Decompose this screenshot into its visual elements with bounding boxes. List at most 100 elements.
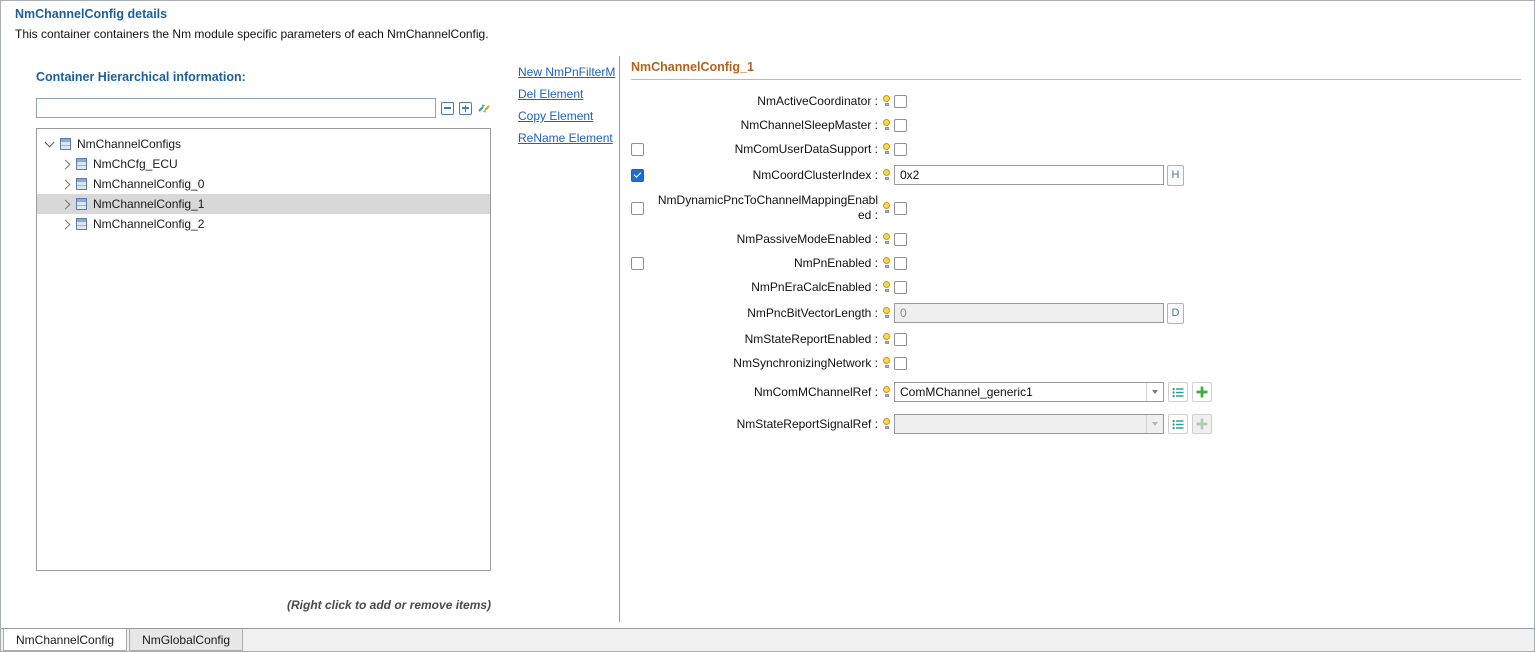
tree-filter-input[interactable] [36,98,436,118]
parameter-bulb-icon [882,233,891,245]
chevron-right-icon[interactable] [60,219,71,229]
nm-synchronizing-network-checkbox[interactable] [894,356,907,370]
nm-pn-enabled-checkbox[interactable] [894,256,907,270]
form-row-nm-channel-sleep-master: NmChannelSleepMaster : [631,114,1521,136]
tree-node-nmchannelconfig-2[interactable]: NmChannelConfig_2 [37,214,490,234]
combo-value: ComMChannel_generic1 [900,385,1033,399]
nm-pn-era-calc-enabled-label: NmPnEraCalcEnabled : [751,279,878,294]
form-row-nm-pn-era-calc-enabled: NmPnEraCalcEnabled : [631,276,1521,298]
form-row-nm-pnc-bit-vector-length: NmPncBitVectorLength : D [631,300,1521,326]
container-icon [60,138,71,150]
parameter-bulb-icon [882,143,891,155]
app-window: NmChannelConfig details This container c… [0,0,1535,652]
add-reference-button[interactable] [1192,382,1212,402]
detail-panel: NmChannelConfig_1 NmActiveCoordinator : … [631,56,1521,438]
parameter-bulb-icon [882,386,891,398]
tree-node-label: NmChannelConfig_2 [93,217,205,231]
form-row-nm-comm-channel-ref: NmComMChannelRef : ComMChannel_generic1 [631,380,1521,404]
nm-state-report-signal-ref-label: NmStateReportSignalRef : [736,416,878,431]
browse-list-button[interactable] [1168,382,1188,402]
left-panel-header: Container Hierarchical information: [36,70,246,84]
container-icon [76,198,87,210]
form-row-nm-state-report-enabled: NmStateReportEnabled : [631,328,1521,350]
collapse-all-icon[interactable] [441,101,454,115]
nm-coord-cluster-index-input[interactable] [894,165,1164,185]
parameter-bulb-icon [882,418,891,430]
tree-node-label: NmChannelConfig_1 [93,197,205,211]
form-row-nm-active-coordinator: NmActiveCoordinator : [631,90,1521,112]
nm-coord-cluster-index-enable-checkbox[interactable] [631,168,644,182]
container-icon [76,218,87,230]
nm-channel-sleep-master-checkbox[interactable] [894,118,907,132]
nm-pn-enabled-enable-checkbox[interactable] [631,256,644,270]
tree-node-label: NmChCfg_ECU [93,157,178,171]
nm-dynamic-pnc-mapping-label: NmDynamicPncToChannelMappingEnabled : [657,193,878,222]
nm-channel-sleep-master-label: NmChannelSleepMaster : [740,117,878,132]
nm-com-user-data-support-checkbox[interactable] [894,142,907,156]
row-left-slot [631,142,653,156]
bottom-tab-bar: NmChannelConfig NmGlobalConfig [1,628,1534,651]
tree-node-nmchcfg-ecu[interactable]: NmChCfg_ECU [37,154,490,174]
nm-active-coordinator-checkbox[interactable] [894,94,907,108]
detail-panel-title: NmChannelConfig_1 [631,60,754,74]
nm-dynamic-pnc-mapping-enable-checkbox[interactable] [631,201,644,215]
form-row-nm-pn-enabled: NmPnEnabled : [631,252,1521,274]
detail-form: NmActiveCoordinator : NmChannelSleepMast… [631,90,1521,436]
tree-node-root[interactable]: NmChannelConfigs [37,134,490,154]
chevron-down-icon[interactable] [44,137,55,148]
tab-nmglobalconfig[interactable]: NmGlobalConfig [129,629,244,651]
nm-passive-mode-enabled-label: NmPassiveModeEnabled : [736,231,878,246]
form-row-nm-synchronizing-network: NmSynchronizingNetwork : [631,352,1521,374]
form-row-nm-state-report-signal-ref: NmStateReportSignalRef : [631,412,1521,436]
parameter-bulb-icon [882,307,891,319]
nm-synchronizing-network-label: NmSynchronizingNetwork : [733,355,878,370]
tree-node-nmchannelconfig-1[interactable]: NmChannelConfig_1 [37,194,490,214]
tab-nmchannelconfig[interactable]: NmChannelConfig [3,629,128,651]
new-element-link[interactable]: New NmPnFilterM [518,65,618,79]
container-icon [76,178,87,190]
decimal-format-button[interactable]: D [1167,302,1184,324]
row-left-slot [631,256,653,270]
add-reference-button [1192,414,1212,434]
row-left-slot [631,168,653,182]
browse-list-button[interactable] [1168,414,1188,434]
nm-com-user-data-support-label: NmComUserDataSupport : [734,141,878,156]
chevron-down-icon [1146,383,1163,401]
parameter-bulb-icon [882,281,891,293]
nm-dynamic-pnc-mapping-checkbox[interactable] [894,201,907,215]
chevron-right-icon[interactable] [60,179,71,189]
nm-active-coordinator-label: NmActiveCoordinator : [757,93,878,108]
del-element-link[interactable]: Del Element [518,87,618,101]
panel-divider [619,56,620,622]
nm-pnc-bit-vector-length-input [894,303,1164,323]
nm-comm-channel-ref-select[interactable]: ComMChannel_generic1 [894,382,1164,402]
parameter-bulb-icon [882,119,891,131]
tree-node-nmchannelconfig-0[interactable]: NmChannelConfig_0 [37,174,490,194]
tree-node-label: NmChannelConfigs [77,137,182,151]
tree-filter-row [36,98,491,118]
expand-all-icon[interactable] [459,101,472,115]
nm-passive-mode-enabled-checkbox[interactable] [894,232,907,246]
nm-state-report-enabled-checkbox[interactable] [894,332,907,346]
refresh-icon[interactable] [477,102,491,115]
copy-element-link[interactable]: Copy Element [518,109,618,123]
form-row-nm-dynamic-pnc-to-channel-mapping-enabled: NmDynamicPncToChannelMappingEnabled : [631,190,1521,226]
nm-com-user-data-support-enable-checkbox[interactable] [631,142,644,156]
page-title: NmChannelConfig details [15,7,168,21]
rename-element-link[interactable]: ReName Element [518,131,618,145]
hex-format-button[interactable]: H [1167,164,1184,186]
container-icon [76,158,87,170]
chevron-right-icon[interactable] [60,199,71,209]
parameter-bulb-icon [882,257,891,269]
nm-state-report-enabled-label: NmStateReportEnabled : [744,331,878,346]
nm-pn-era-calc-enabled-checkbox[interactable] [894,280,907,294]
nm-pn-enabled-label: NmPnEnabled : [793,255,878,270]
nm-comm-channel-ref-label: NmComMChannelRef : [753,384,878,399]
action-links: New NmPnFilterM Del Element Copy Element… [518,65,618,145]
form-row-nm-passive-mode-enabled: NmPassiveModeEnabled : [631,228,1521,250]
parameter-bulb-icon [882,333,891,345]
detail-header-rule [631,79,1521,80]
nm-pnc-bit-vector-length-label: NmPncBitVectorLength : [747,305,878,320]
chevron-right-icon[interactable] [60,159,71,169]
parameter-bulb-icon [882,169,891,181]
